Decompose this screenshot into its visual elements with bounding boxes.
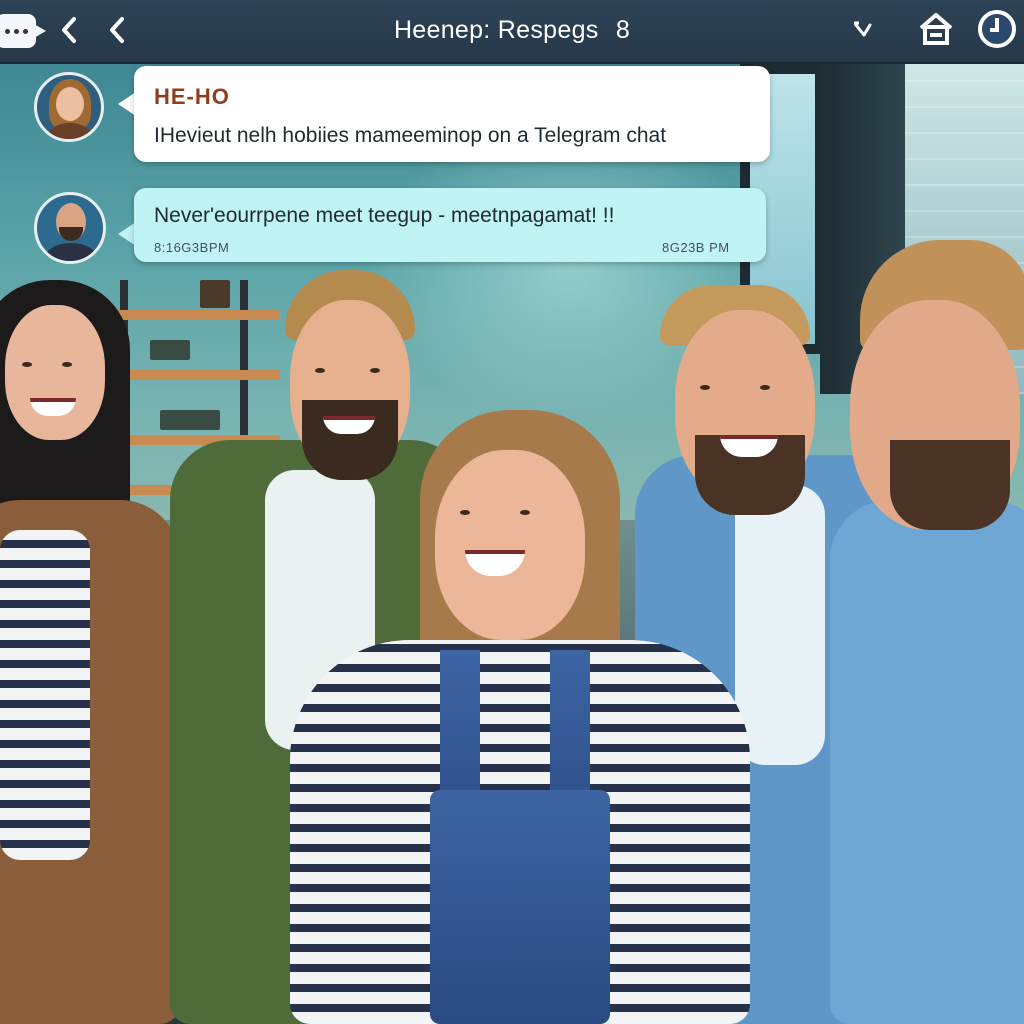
sender-avatar[interactable] [34,192,106,264]
striped-shirt [0,530,90,860]
message-time: 8G23B PM [662,240,730,255]
chat-screen: Heenep: Respegs 8 HE-HO IHevieut nelh ho… [0,0,1024,1024]
message-text: Never'eourrpene meet teegup - meetnpagam… [154,204,615,227]
eye [370,368,380,373]
eye [760,385,770,390]
eye [520,510,530,515]
eye [460,510,470,515]
eye [315,368,325,373]
eye [700,385,710,390]
beard [890,440,1010,530]
message-time: 8:16G3BPM [154,240,230,255]
dropdown-chevron-icon[interactable] [848,10,878,50]
person-center-woman [250,410,750,1024]
face [5,305,105,440]
eye [22,362,32,367]
eye [62,362,72,367]
home-icon[interactable] [918,12,954,46]
clock-icon[interactable] [978,10,1016,48]
person-left-woman [0,280,190,1024]
blue-shirt [830,500,1024,1024]
top-app-bar: Heenep: Respegs 8 [0,0,1024,64]
member-count: 8 [615,16,631,44]
sender-avatar[interactable] [34,72,104,142]
message-bubble[interactable]: Never'eourrpene meet teegup - meetnpagam… [134,188,766,262]
sender-name: HE-HO [154,84,230,109]
chat-title-text: Heenep: Respegs [393,16,599,44]
overalls [430,790,610,1024]
message-row: Never'eourrpene meet teegup - meetnpagam… [0,180,780,280]
message-row: HE-HO IHevieut nelh hobiies mameeminop o… [0,64,780,174]
message-text: IHevieut nelh hobiies mameeminop on a Te… [154,124,667,147]
message-bubble[interactable]: HE-HO IHevieut nelh hobiies mameeminop o… [134,66,770,162]
face [435,450,585,640]
person-right-profile [830,240,1024,1024]
